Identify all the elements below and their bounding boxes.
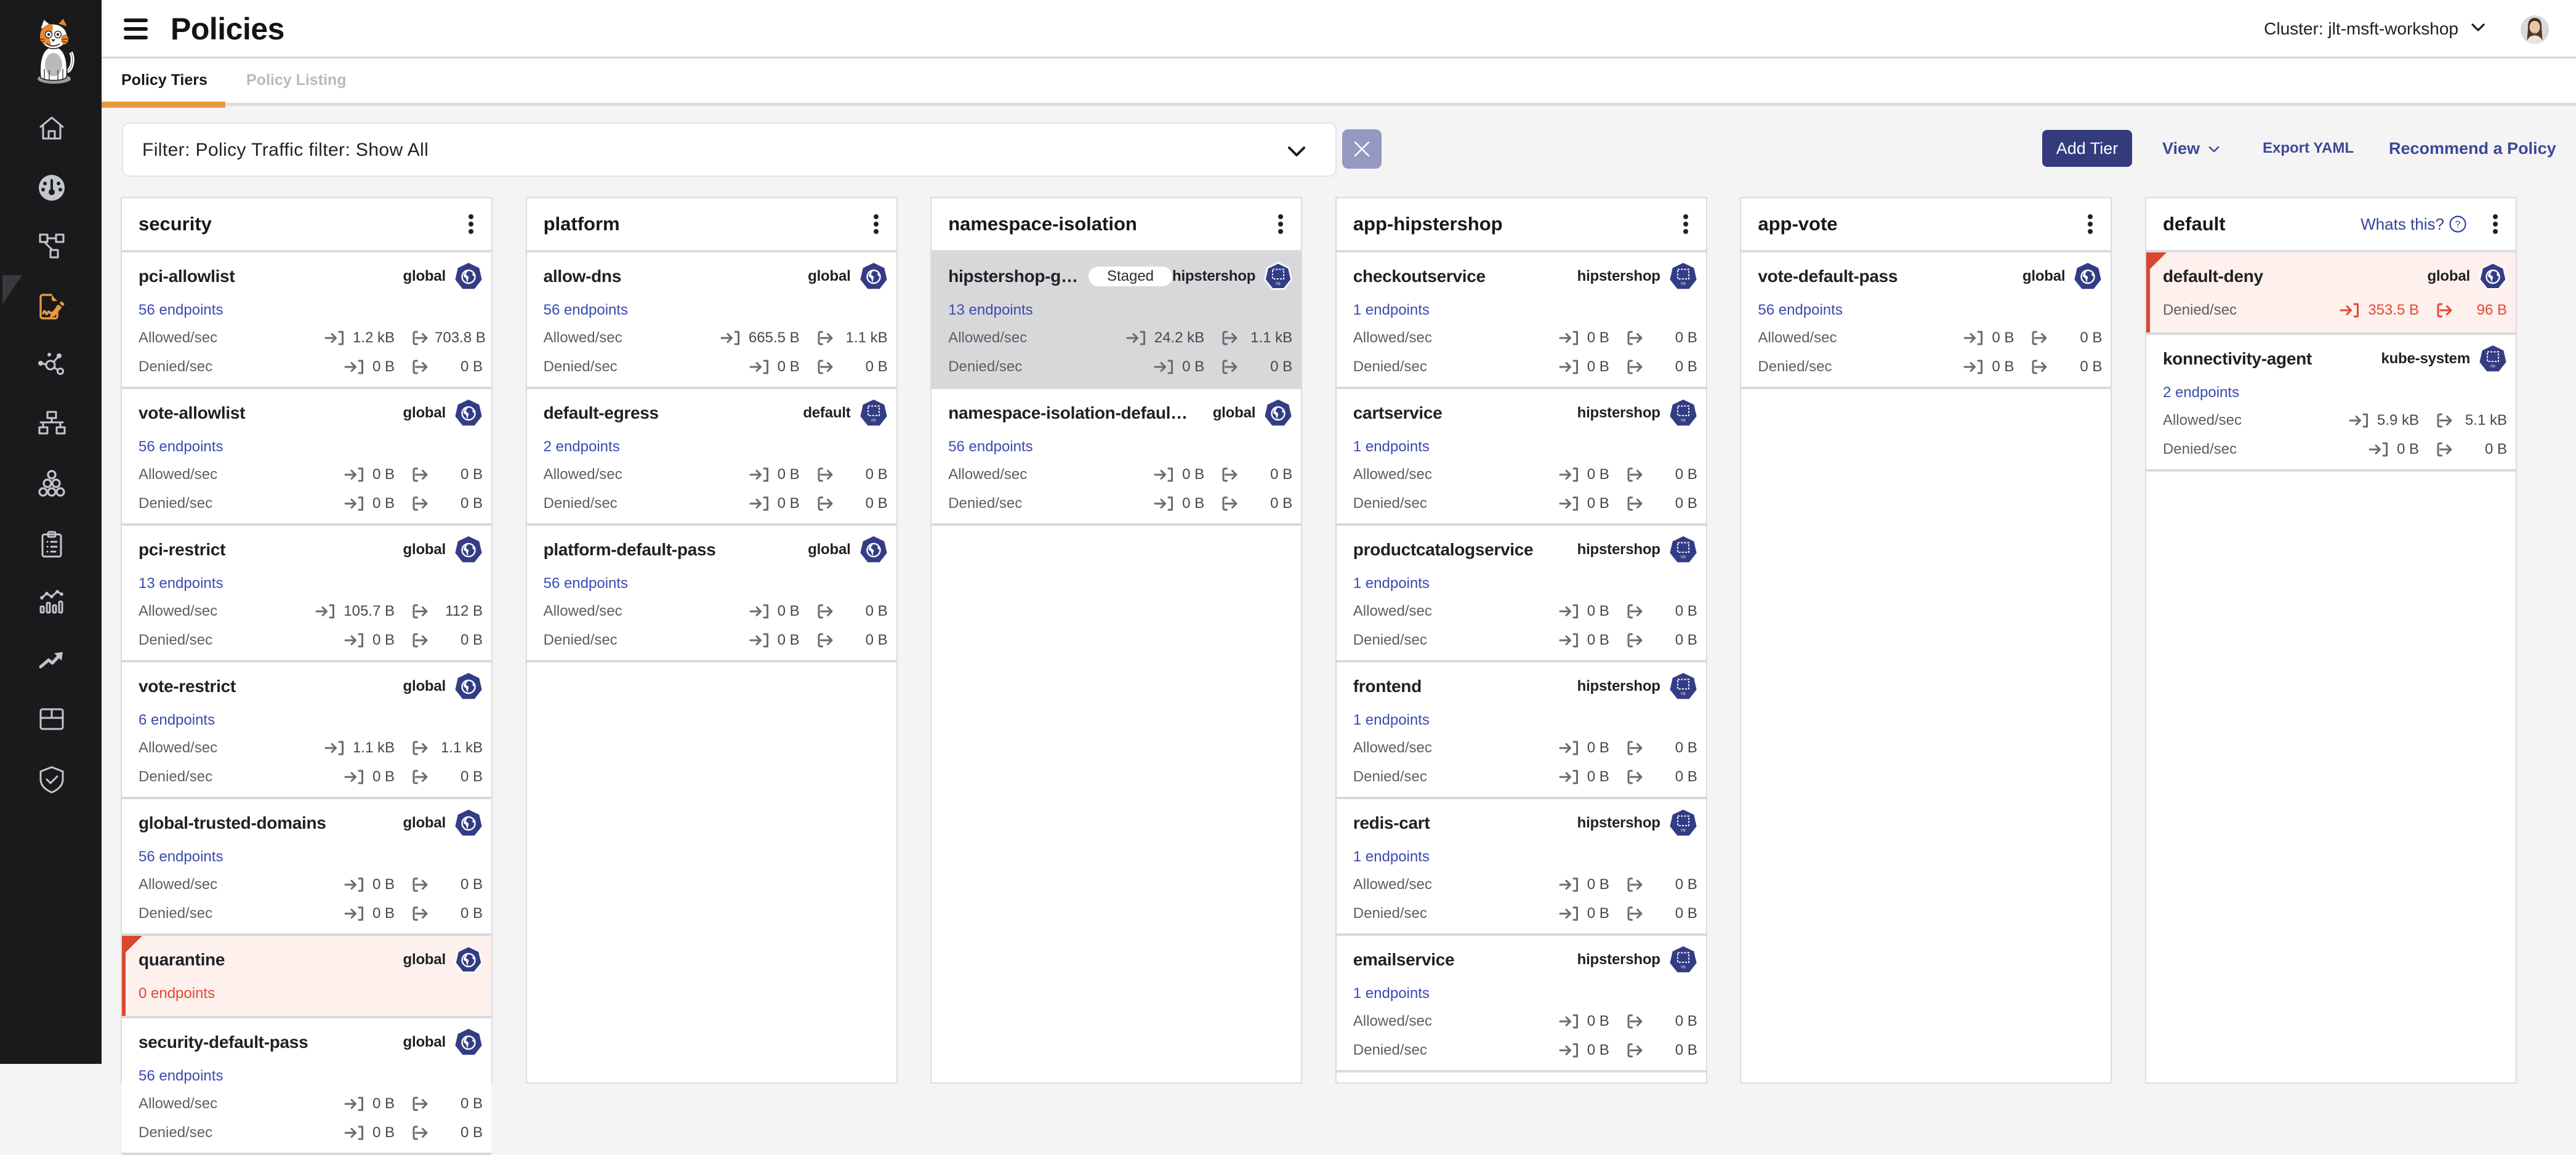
svg-text:ns: ns — [871, 419, 876, 423]
svg-text:?: ? — [2455, 220, 2461, 230]
svg-text:ns: ns — [1681, 419, 1686, 423]
svg-text:ns: ns — [1276, 282, 1281, 286]
svg-text:ns: ns — [1681, 829, 1686, 833]
svg-text:ns: ns — [1681, 282, 1686, 286]
svg-text:ns: ns — [1681, 965, 1686, 970]
svg-text:ns: ns — [1681, 692, 1686, 696]
svg-text:ns: ns — [2490, 364, 2495, 369]
svg-text:ns: ns — [1681, 555, 1686, 560]
